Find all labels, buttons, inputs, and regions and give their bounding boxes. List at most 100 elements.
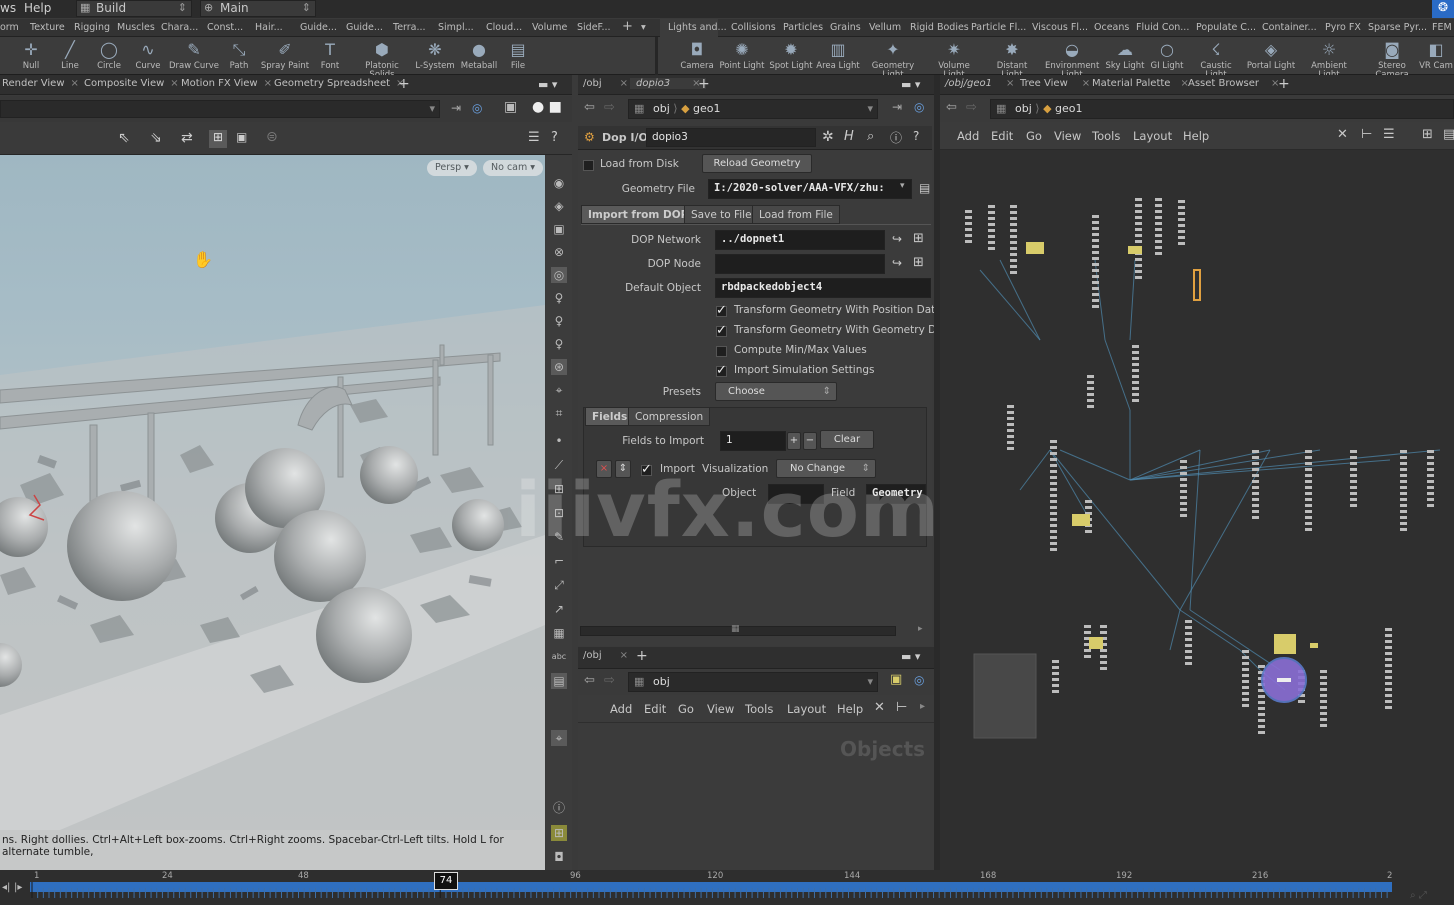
node-tile[interactable] [1052, 660, 1059, 663]
node-tile[interactable] [965, 222, 972, 225]
viewport-3d[interactable]: Persp ▾ No cam ▾ ✋ [0, 155, 545, 830]
node-tile[interactable] [1092, 299, 1099, 302]
node-tile[interactable] [1305, 468, 1312, 471]
compute-minmax-checkbox[interactable] [716, 346, 727, 357]
node-tile[interactable] [1305, 516, 1312, 519]
node-tile[interactable] [1087, 405, 1094, 408]
snap-point-icon[interactable]: ⌖ [551, 382, 567, 398]
menu-help[interactable]: Help [1183, 129, 1209, 143]
node-tile[interactable] [1100, 625, 1107, 628]
node-tile[interactable] [1252, 498, 1259, 501]
node-tile[interactable] [1010, 265, 1017, 268]
node-tile[interactable] [1385, 670, 1392, 673]
node-tile[interactable] [1305, 480, 1312, 483]
close-icon[interactable]: × [264, 78, 272, 89]
node-tile[interactable] [1427, 504, 1434, 507]
tool-portal-light-button[interactable]: ◈ Portal Light [1244, 37, 1298, 75]
desktop-selector[interactable]: ▦ Build ⇕ [76, 0, 192, 17]
ghost-icon[interactable]: ◈ [551, 198, 567, 214]
forward-icon[interactable]: ⇨ [966, 100, 977, 115]
menu-edit[interactable]: Edit [644, 702, 666, 716]
jump-icon[interactable]: ↪ [892, 232, 902, 246]
shelf-tab[interactable]: orm [0, 22, 19, 33]
node-tile[interactable] [965, 234, 972, 237]
node-tile[interactable] [1320, 676, 1327, 679]
shelf-tab[interactable]: Const... [207, 22, 243, 33]
menu-edit[interactable]: Edit [991, 129, 1013, 143]
add-tab-icon[interactable]: + [1278, 76, 1290, 92]
tool-font-button[interactable]: T Font [303, 37, 357, 75]
node-tile[interactable] [1132, 345, 1139, 348]
node-tile[interactable] [1180, 508, 1187, 511]
node-tile[interactable] [1132, 369, 1139, 372]
node-tile[interactable] [1050, 548, 1057, 551]
node-tile[interactable] [988, 247, 995, 250]
node-tile[interactable] [1242, 680, 1249, 683]
image-icon[interactable]: ▣ [890, 672, 902, 687]
node-tile[interactable] [1010, 211, 1017, 214]
node-tile[interactable] [1155, 240, 1162, 243]
node-tile[interactable] [1132, 393, 1139, 396]
node-tile[interactable] [1155, 198, 1162, 201]
dot-icon[interactable]: • [551, 433, 567, 449]
node-tile[interactable] [1087, 393, 1094, 396]
scroll-right-icon[interactable]: ▸ [918, 624, 923, 634]
node-tile[interactable] [1242, 698, 1249, 701]
node-tile[interactable] [1242, 686, 1249, 689]
node-tile[interactable] [1092, 257, 1099, 260]
tab-compression[interactable]: Compression [628, 407, 711, 426]
node-tile[interactable] [1350, 468, 1357, 471]
node-tile[interactable] [1092, 281, 1099, 284]
node-tile[interactable] [1092, 221, 1099, 224]
node-tile[interactable] [1050, 488, 1057, 491]
tool-gi-light-button[interactable]: ○ GI Light [1140, 37, 1194, 75]
expand-icon[interactable]: ▸ [920, 701, 925, 712]
shelf-tab[interactable]: Viscous Fl... [1032, 22, 1088, 33]
node-tile[interactable] [1092, 239, 1099, 242]
selected-node-body[interactable] [1277, 678, 1291, 682]
tab-asset-browser[interactable]: Asset Browser × [1188, 78, 1279, 89]
node-tile[interactable] [1242, 662, 1249, 665]
node-tile[interactable] [1427, 498, 1434, 501]
shelf-tab[interactable]: Chara... [161, 22, 198, 33]
node-wire[interactable] [1019, 449, 1051, 491]
node-tile[interactable] [1132, 351, 1139, 354]
node-tile[interactable] [1052, 666, 1059, 669]
node-wire[interactable] [1169, 609, 1181, 651]
visualization-dropdown[interactable]: No Change ⇕ [776, 459, 876, 478]
remove-field-button[interactable]: − [803, 432, 817, 450]
sticky-node[interactable] [1026, 242, 1044, 254]
node-tile[interactable] [1010, 217, 1017, 220]
pick-icon[interactable]: ↗ [551, 601, 567, 617]
add-shelf-icon[interactable]: + [622, 19, 633, 34]
snap-edge-icon[interactable]: ⌗ [551, 405, 567, 421]
pane-menu-icon[interactable]: ▬ ▾ [901, 650, 920, 663]
hda-icon[interactable]: H [844, 129, 854, 144]
node-tile[interactable] [1178, 224, 1185, 227]
node-tile[interactable] [1400, 456, 1407, 459]
node-tile[interactable] [1092, 269, 1099, 272]
node-tile[interactable] [1350, 456, 1357, 459]
forward-icon[interactable]: ⇨ [604, 100, 615, 115]
help-icon[interactable]: ? [913, 129, 919, 143]
node-tile[interactable] [1185, 656, 1192, 659]
node-tile[interactable] [1427, 468, 1434, 471]
tab-tree-view[interactable]: Tree View × [1020, 78, 1090, 89]
chevron-down-icon[interactable]: ▾ [900, 181, 905, 191]
info-icon[interactable]: ⓘ [551, 800, 567, 816]
node-tile[interactable] [1350, 480, 1357, 483]
node-tile[interactable] [1400, 474, 1407, 477]
clear-button[interactable]: Clear [820, 430, 874, 449]
light-bulb-icon[interactable]: ♀ [551, 290, 567, 306]
node-tile[interactable] [988, 229, 995, 232]
node-tile[interactable] [1258, 725, 1265, 728]
sticky-node[interactable] [1310, 643, 1318, 648]
node-tile[interactable] [1320, 724, 1327, 727]
tab-load-from-file[interactable]: Load from File [752, 205, 840, 224]
node-tile[interactable] [1007, 441, 1014, 444]
box-icon[interactable]: ▦ [551, 625, 567, 641]
node-wire[interactable] [1129, 449, 1321, 481]
node-tile[interactable] [1100, 661, 1107, 664]
link-icon[interactable]: ◎ [914, 100, 924, 114]
node-tile[interactable] [1132, 399, 1139, 402]
